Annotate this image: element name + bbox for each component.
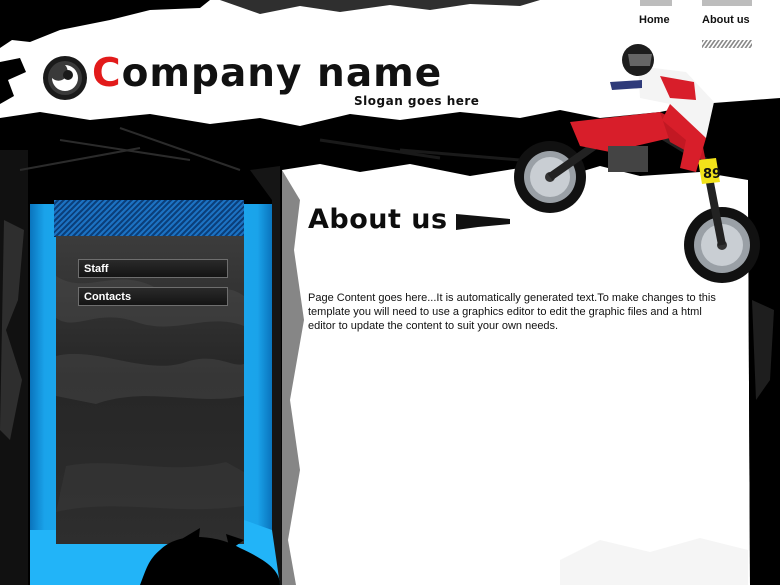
nav-about-indicator-top xyxy=(702,0,752,6)
nav-home-indicator xyxy=(640,0,672,6)
nav-home-link[interactable]: Home xyxy=(639,14,670,26)
sidebar-item-staff[interactable]: Staff xyxy=(78,259,228,278)
company-name-rest: ompany name xyxy=(121,51,443,96)
company-logo-icon xyxy=(43,56,87,100)
company-name-initial: C xyxy=(92,51,122,96)
nav-about-link[interactable]: About us xyxy=(702,14,750,26)
slogan: Slogan goes here xyxy=(354,94,480,108)
heading-decoration xyxy=(456,214,510,230)
sidebar-header-band xyxy=(54,200,244,237)
page-content-text: Page Content goes here...It is automatic… xyxy=(308,292,716,332)
company-name: Company name xyxy=(92,48,442,100)
sidebar-item-contacts[interactable]: Contacts xyxy=(78,287,228,306)
page-title: About us xyxy=(308,204,448,235)
motocross-rider-image: 89 xyxy=(514,44,760,283)
sidebar-bottom-splash xyxy=(30,520,280,585)
svg-text:89: 89 xyxy=(703,167,721,182)
